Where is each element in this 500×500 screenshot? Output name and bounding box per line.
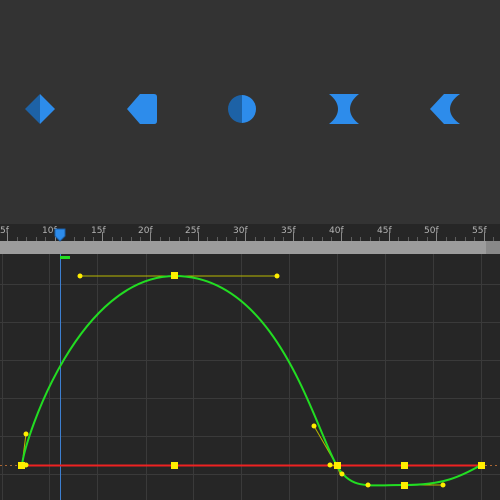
current-keyframe-marker <box>60 256 70 259</box>
timeline-scrollbar-thumb[interactable] <box>0 241 486 254</box>
ruler-tick <box>7 232 8 241</box>
curve-graph-canvas[interactable] <box>0 254 500 500</box>
ruler-label-15f: 15f <box>91 226 106 236</box>
playhead-handle[interactable] <box>54 227 66 242</box>
ruler-tick <box>150 232 151 241</box>
green-curve[interactable] <box>21 274 482 487</box>
ruler-tick <box>341 232 342 241</box>
timeline-ruler[interactable]: 5f 10f 15f 20f 25f 30f 35f 40f 45f 50f 5… <box>0 224 500 241</box>
ruler-tick <box>293 232 294 241</box>
ease-out-keyframe-icon[interactable] <box>429 93 461 125</box>
keyframe-points[interactable] <box>18 272 485 489</box>
ruler-tick <box>245 232 246 241</box>
bezier-keyframe-icon[interactable] <box>226 93 258 125</box>
tangent-handle-points[interactable] <box>23 273 446 488</box>
curve-graph-editor[interactable] <box>0 254 500 500</box>
tangent-handles <box>21 275 443 486</box>
timeline-scrollbar[interactable] <box>0 241 500 254</box>
continuous-bezier-keyframe-icon[interactable] <box>328 93 360 125</box>
ruler-tick <box>102 232 103 241</box>
ruler-tick <box>436 232 437 241</box>
keyframe-icons-panel <box>0 0 500 224</box>
ruler-tick <box>389 232 390 241</box>
graph-grid <box>0 254 500 500</box>
ruler-tick <box>198 232 199 241</box>
ease-in-keyframe-icon[interactable] <box>126 93 158 125</box>
linear-keyframe-icon[interactable] <box>24 93 56 125</box>
ruler-tick <box>484 232 485 241</box>
